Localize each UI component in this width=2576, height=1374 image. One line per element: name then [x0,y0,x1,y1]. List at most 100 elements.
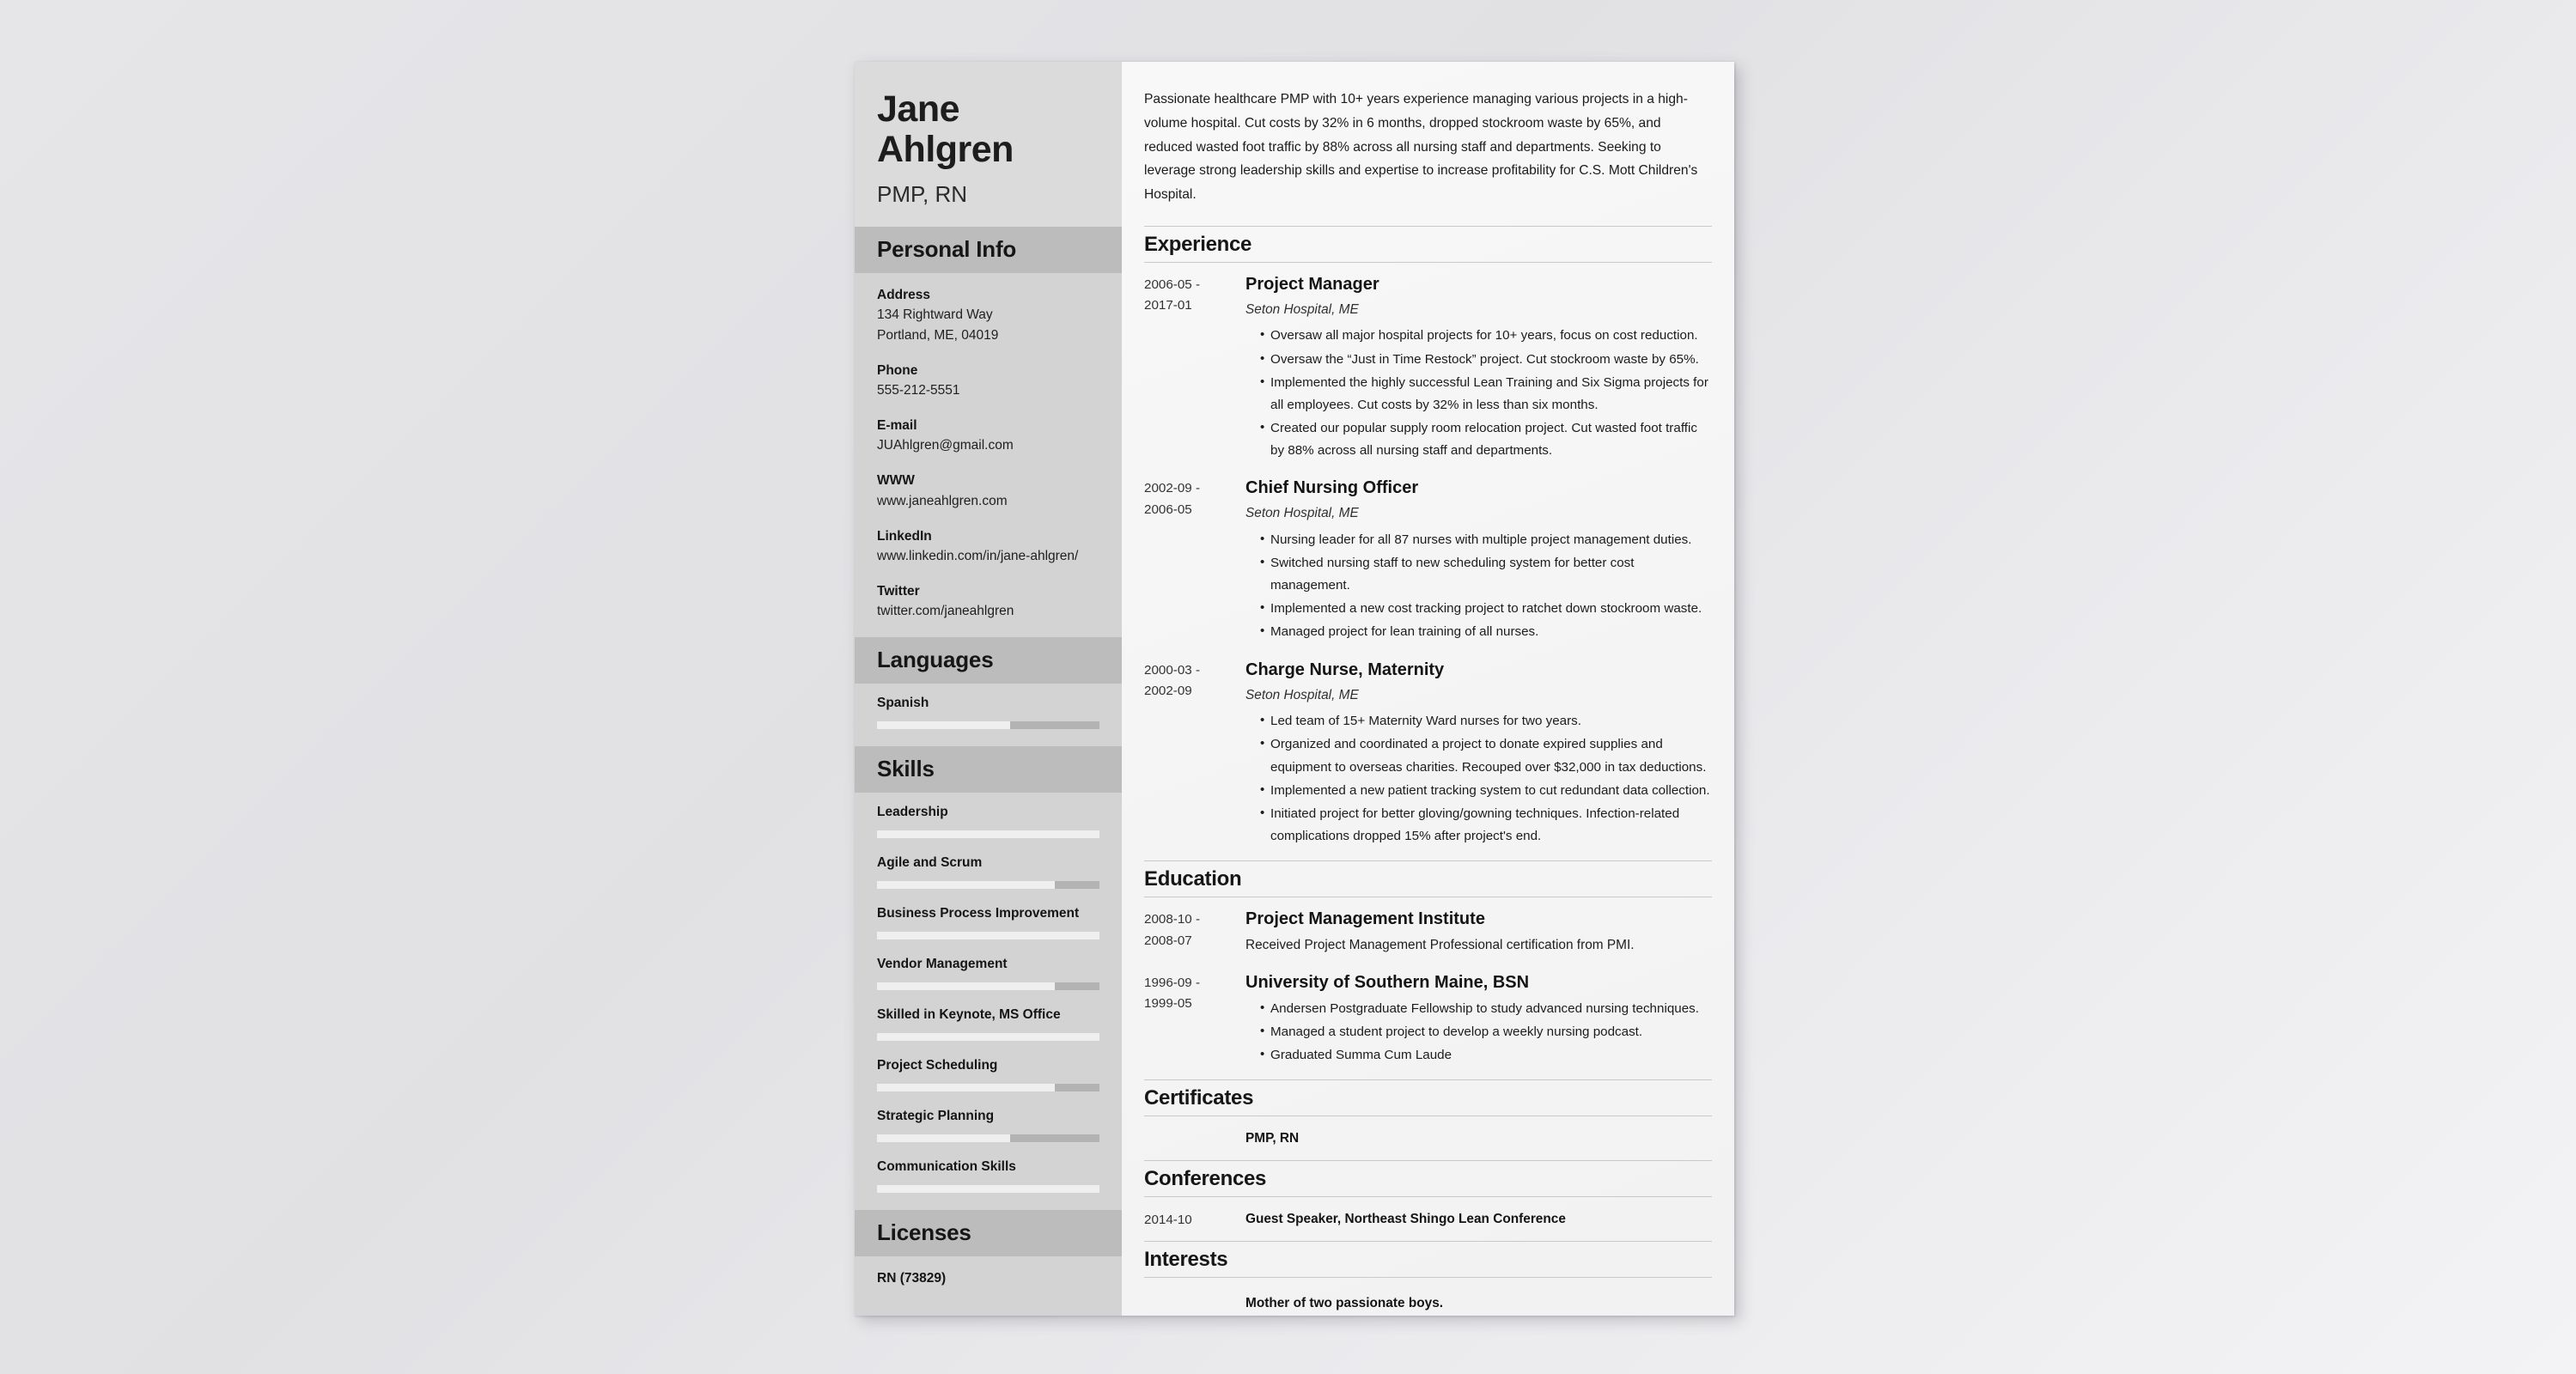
certificate-entry: PMP, RN [1144,1116,1712,1160]
date-to: 2002-09 [1144,684,1192,699]
licenses-body: RN (73829) [855,1256,1122,1302]
achievement-item: Oversaw all major hospital projects for … [1260,324,1712,347]
experience-entry: 2002-09 - 2006-05 Chief Nursing Officer … [1144,477,1712,644]
achievement-list: Oversaw all major hospital projects for … [1245,324,1712,462]
employer: Seton Hospital, ME [1245,687,1359,702]
achievement-item: Nursing leader for all 87 nurses with mu… [1260,528,1712,551]
skill-level-fill [877,1084,1056,1092]
education-entries: 2008-10 - 2008-07 Project Management Ins… [1144,897,1712,1067]
skill-level-track [877,932,1099,940]
entry-date-range: 2014-10 [1144,1212,1192,1227]
section-title: Interests [1144,1248,1228,1272]
certificate-text: PMP, RN [1245,1130,1300,1146]
conference-text: Guest Speaker, Northeast Shingo Lean Con… [1245,1211,1566,1226]
skill-level-track [877,1134,1099,1143]
contact-value[interactable]: www.linkedin.com/in/jane-ahlgren/ [877,546,1099,567]
professional-summary: Passionate healthcare PMP with 10+ years… [1144,92,1698,202]
license-item: RN (73829) [877,1271,947,1286]
achievement-item: Led team of 15+ Maternity Ward nurses fo… [1260,709,1712,733]
skill-level-fill [877,1185,1099,1194]
achievement-item: Managed project for lean training of all… [1260,620,1712,643]
achievement-item: Andersen Postgraduate Fellowship to stud… [1260,997,1712,1020]
section-header-conferences: Conferences [1144,1159,1712,1197]
last-name: Ahlgren [877,129,1014,171]
conference-entry: 2014-10 Guest Speaker, Northeast Shingo … [1144,1197,1712,1242]
date-to: 2008-07 [1144,933,1192,948]
section-title: Certificates [1144,1085,1254,1110]
job-title: Chief Nursing Officer [1245,478,1419,498]
entry-date-range: 2000-03 - 2002-09 [1144,659,1245,848]
skill-level-fill [877,932,1099,940]
achievement-item: Implemented the highly successful Lean T… [1260,371,1712,416]
date-from: 1996-09 - [1144,975,1201,990]
interests-entries: Mother of two passionate boys. Member of… [1144,1278,1712,1316]
skill-item: Strategic Planning [877,1109,1099,1143]
contact-field-phone: Phone 555-212-5551 [877,361,1099,401]
school-name: Project Management Institute [1245,909,1485,929]
interests-list: Mother of two passionate boys. Member of… [1245,1293,1516,1316]
school-name: University of Southern Maine, BSN [1245,972,1530,992]
entry-date-range: 2006-05 - 2017-01 [1144,273,1245,463]
achievement-item: Oversaw the “Just in Time Restock” proje… [1260,348,1712,371]
achievement-item: Initiated project for better gloving/gow… [1260,802,1712,848]
skill-level-track [877,881,1099,890]
contact-label: LinkedIn [877,528,932,544]
achievement-item: Managed a student project to develop a w… [1260,1020,1712,1043]
contact-field-www: WWW www.janeahlgren.com [877,471,1099,511]
credentials-subtitle: PMP, RN [877,180,967,207]
achievement-item: Organized and coordinated a project to d… [1260,733,1712,778]
skill-item: Business Process Improvement [877,906,1099,940]
contact-field-address: Address 134 Rightward Way Portland, ME, … [877,285,1099,346]
section-header-experience: Experience [1144,225,1712,263]
entry-body: University of Southern Maine, BSN Anders… [1245,971,1712,1067]
contact-value[interactable]: twitter.com/janeahlgren [877,601,1099,622]
contact-value[interactable]: JUAhlgren@gmail.com [877,435,1099,456]
skill-label: Vendor Management [877,957,1008,972]
skill-label: Strategic Planning [877,1109,995,1124]
skill-item: Vendor Management [877,957,1099,991]
contact-field-email: E-mail JUAhlgren@gmail.com [877,416,1099,456]
contact-field-twitter: Twitter twitter.com/janeahlgren [877,581,1099,622]
skill-label: Project Scheduling [877,1058,998,1073]
skill-level-fill [877,1033,1099,1042]
achievement-item: Switched nursing staff to new scheduling… [1260,551,1712,597]
language-level-track [877,721,1099,730]
skill-item: Agile and Scrum [877,855,1099,890]
employer: Seton Hospital, ME [1245,301,1359,317]
languages-body: Spanish [855,684,1122,746]
contact-label: WWW [877,473,915,489]
entry-date-range: 2008-10 - 2008-07 [1144,908,1245,957]
date-to: 1999-05 [1144,996,1192,1012]
sidebar-section-header-skills: Skills [855,746,1122,793]
contact-label: Twitter [877,583,920,599]
section-title: Conferences [1144,1166,1267,1190]
date-to: 2017-01 [1144,298,1192,313]
contact-value[interactable]: www.janeahlgren.com [877,491,1099,512]
skill-level-fill [877,1134,1011,1143]
skill-level-fill [877,982,1056,991]
contact-field-linkedin: LinkedIn www.linkedin.com/in/jane-ahlgre… [877,526,1099,567]
date-from: 2006-05 - [1144,277,1201,292]
section-header-education: Education [1144,860,1712,898]
skill-label: Agile and Scrum [877,855,983,871]
skill-label: Skilled in Keynote, MS Office [877,1007,1061,1023]
skill-level-fill [877,881,1056,890]
skill-item: Communication Skills [877,1159,1099,1194]
language-label: Spanish [877,696,929,711]
skill-level-track [877,830,1099,839]
achievement-list: Led team of 15+ Maternity Ward nurses fo… [1245,709,1712,848]
experience-entry: 2000-03 - 2002-09 Charge Nurse, Maternit… [1144,659,1712,848]
contact-label: Phone [877,362,918,378]
section-header-interests: Interests [1144,1241,1712,1279]
skill-level-track [877,1185,1099,1194]
employer: Seton Hospital, ME [1245,506,1359,521]
skill-item: Leadership [877,805,1099,839]
entry-date-range: 1996-09 - 1999-05 [1144,971,1245,1067]
sidebar-section-header-licenses: Licenses [855,1210,1122,1257]
first-name: Jane [877,88,960,130]
skill-level-track [877,982,1099,991]
section-header-certificates: Certificates [1144,1079,1712,1116]
sidebar-filler [855,1302,1122,1316]
resume-main-column: Passionate healthcare PMP with 10+ years… [1122,62,1734,1316]
personal-info-body: Address 134 Rightward Way Portland, ME, … [855,273,1122,638]
